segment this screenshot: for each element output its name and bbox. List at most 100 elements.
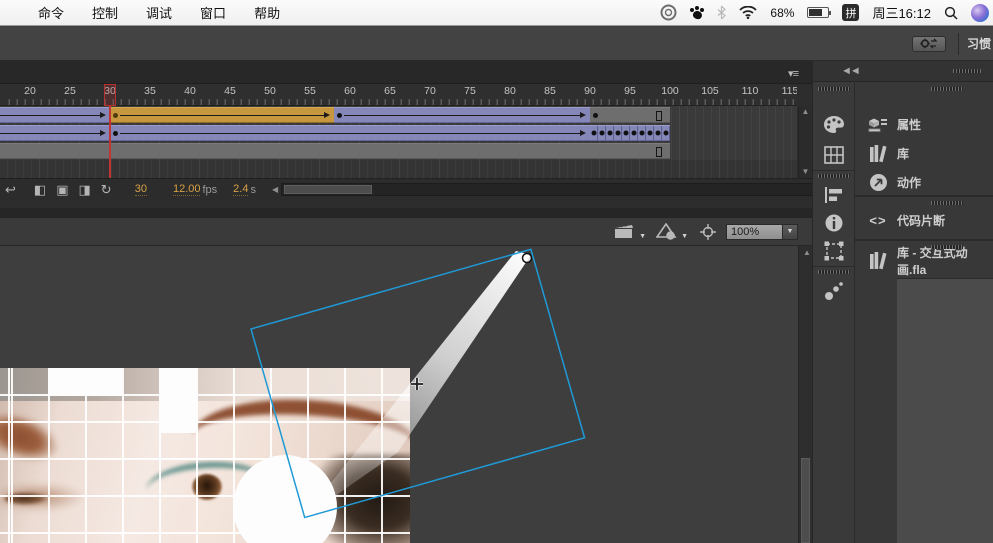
panel-gripper[interactable] <box>931 87 963 91</box>
timeline-layer-row[interactable] <box>0 106 797 124</box>
playhead-marker[interactable] <box>104 84 116 106</box>
battery-icon[interactable] <box>807 7 832 18</box>
panel-menu-icon[interactable]: ▾≡ <box>788 67 799 80</box>
timeline-layer-row[interactable] <box>0 124 797 142</box>
panel-gripper[interactable] <box>931 201 963 205</box>
keyframe-cell[interactable] <box>606 126 614 140</box>
keyframe-cell[interactable] <box>622 126 630 140</box>
edit-symbols-icon[interactable] <box>656 222 678 241</box>
panel-button-library[interactable]: 库 - 交互式动画.fla <box>855 246 993 277</box>
frame-rate-value[interactable]: 12.00 <box>172 183 201 196</box>
loop-playback-icon[interactable]: ↩ <box>5 182 16 198</box>
creative-cloud-icon[interactable] <box>660 4 677 21</box>
timeline-panel: ▾≡ 20 25 30 35 40 45 50 55 60 65 70 75 80 85 90 95 100 10… <box>0 61 812 208</box>
scroll-down-icon[interactable]: ▼ <box>802 168 810 176</box>
stage-vertical-scrollbar[interactable]: ▲ <box>798 246 812 543</box>
keyframe-cell[interactable] <box>662 126 670 140</box>
panel-button-actions[interactable]: 动作 <box>855 168 993 197</box>
code-snippets-icon: <> <box>869 213 887 228</box>
edit-multiple-frames-icon[interactable]: ◨ <box>79 182 91 198</box>
playhead-line[interactable] <box>109 106 111 178</box>
panel-gripper[interactable] <box>818 87 850 91</box>
center-frame-icon[interactable] <box>700 223 716 240</box>
menu-item[interactable]: 窗口 <box>200 3 226 22</box>
frame-span-gray[interactable] <box>0 143 670 159</box>
search-icon[interactable] <box>944 6 958 20</box>
scrollbar-thumb[interactable] <box>801 458 810 543</box>
keyframe-dot[interactable] <box>112 112 118 118</box>
menubar-clock[interactable]: 周三16:12 <box>872 3 931 22</box>
right-dock: ◄◄ 属性 库 动作 <> 代码片断 库 - 交互式动画.fla <box>812 61 993 543</box>
keyframe-dot[interactable] <box>112 130 118 136</box>
scroll-up-icon[interactable]: ▲ <box>802 108 810 116</box>
motion-presets-panel-icon[interactable] <box>821 278 847 304</box>
edit-symbols-caret[interactable]: ▼ <box>681 233 688 240</box>
stage-zoom-caret[interactable]: ▼ <box>782 223 798 240</box>
keyframe-cell[interactable] <box>654 126 662 140</box>
keyframe-cell[interactable] <box>630 126 638 140</box>
scroll-left-icon[interactable]: ◀ <box>272 185 278 194</box>
swatches-panel-icon[interactable] <box>821 142 847 168</box>
onion-skin-outlines-icon[interactable]: ▣ <box>56 182 68 198</box>
frame-span-purple[interactable] <box>0 125 110 141</box>
panel-button-library[interactable]: 库 <box>855 139 993 168</box>
info-panel-icon[interactable] <box>821 210 847 236</box>
bluetooth-icon[interactable] <box>717 5 727 20</box>
timeline-vertical-scrollbar[interactable]: ▲ ▼ <box>798 106 812 178</box>
modify-markers-icon[interactable]: ↻ <box>101 182 112 198</box>
stage-zoom-value[interactable]: 100% <box>726 223 782 240</box>
keyframe-cell[interactable] <box>638 126 646 140</box>
dock-header: ◄◄ <box>813 61 993 82</box>
paw-icon[interactable] <box>690 6 705 21</box>
scrollbar-track[interactable] <box>281 183 812 196</box>
panel-gripper[interactable] <box>931 245 963 249</box>
frame-span-purple[interactable] <box>0 107 110 123</box>
frame-span-keyframes[interactable] <box>590 125 670 141</box>
menu-item[interactable]: 帮助 <box>254 3 280 22</box>
menu-item[interactable]: 调试 <box>146 3 172 22</box>
menu-item[interactable]: 命令 <box>38 3 64 22</box>
keyframe-cell[interactable] <box>614 126 622 140</box>
panel-button-code-snippets[interactable]: <> 代码片断 <box>855 206 993 235</box>
timeline-layer-row[interactable] <box>0 142 797 160</box>
panel-gripper[interactable] <box>818 174 850 178</box>
scrollbar-thumb[interactable] <box>284 185 373 194</box>
timeline-layers-area[interactable] <box>0 106 797 160</box>
keyframe-dot[interactable] <box>336 112 342 118</box>
keyframe-dot[interactable] <box>592 112 598 118</box>
keyframe-cell[interactable] <box>598 126 606 140</box>
workspace-switcher-button[interactable] <box>912 35 946 52</box>
align-panel-icon[interactable] <box>821 182 847 208</box>
stage-canvas[interactable]: ▲ <box>0 246 812 543</box>
current-frame-value[interactable]: 30 <box>134 183 147 196</box>
color-panel-icon[interactable] <box>821 112 847 138</box>
edit-scene-caret[interactable]: ▼ <box>639 233 646 240</box>
keyframe-cell[interactable] <box>646 126 654 140</box>
stage-zoom-control[interactable]: 100% ▼ <box>726 223 798 240</box>
timeline-ruler[interactable]: 20 25 30 35 40 45 50 55 60 65 70 75 80 85 90 95 100 105 11… <box>0 84 797 106</box>
siri-icon[interactable] <box>971 3 989 22</box>
transform-panel-icon[interactable] <box>821 238 847 264</box>
scroll-up-icon[interactable]: ▲ <box>803 249 811 257</box>
ruler-frame-label: 85 <box>544 85 556 97</box>
panel-gripper[interactable] <box>953 69 981 73</box>
workspace-label[interactable]: 习惯 <box>967 35 993 52</box>
frame-span-orange[interactable] <box>110 107 334 123</box>
panel-gripper[interactable] <box>818 270 850 274</box>
frame-span-gray[interactable] <box>590 107 670 123</box>
input-method-badge[interactable]: 拼 <box>842 4 860 21</box>
frame-span-purple[interactable] <box>110 125 590 141</box>
frame-span-purple[interactable] <box>334 107 590 123</box>
collapse-dock-icon[interactable]: ◄◄ <box>841 65 861 77</box>
elapsed-time-value[interactable]: 2.4 <box>233 183 249 196</box>
panel-button-label: 库 <box>897 147 910 161</box>
keyframe-cell[interactable] <box>590 126 598 140</box>
app-titlebar: 习惯 <box>0 27 993 61</box>
menu-item[interactable]: 控制 <box>92 3 118 22</box>
edit-scene-icon[interactable] <box>614 223 636 240</box>
panel-button-properties[interactable]: 属性 <box>855 110 993 139</box>
library-icon <box>868 145 888 163</box>
timeline-horizontal-scrollbar[interactable]: ◀ ▶ <box>272 183 812 196</box>
wifi-icon[interactable] <box>739 6 758 19</box>
onion-skin-icon[interactable]: ◧ <box>34 182 46 198</box>
